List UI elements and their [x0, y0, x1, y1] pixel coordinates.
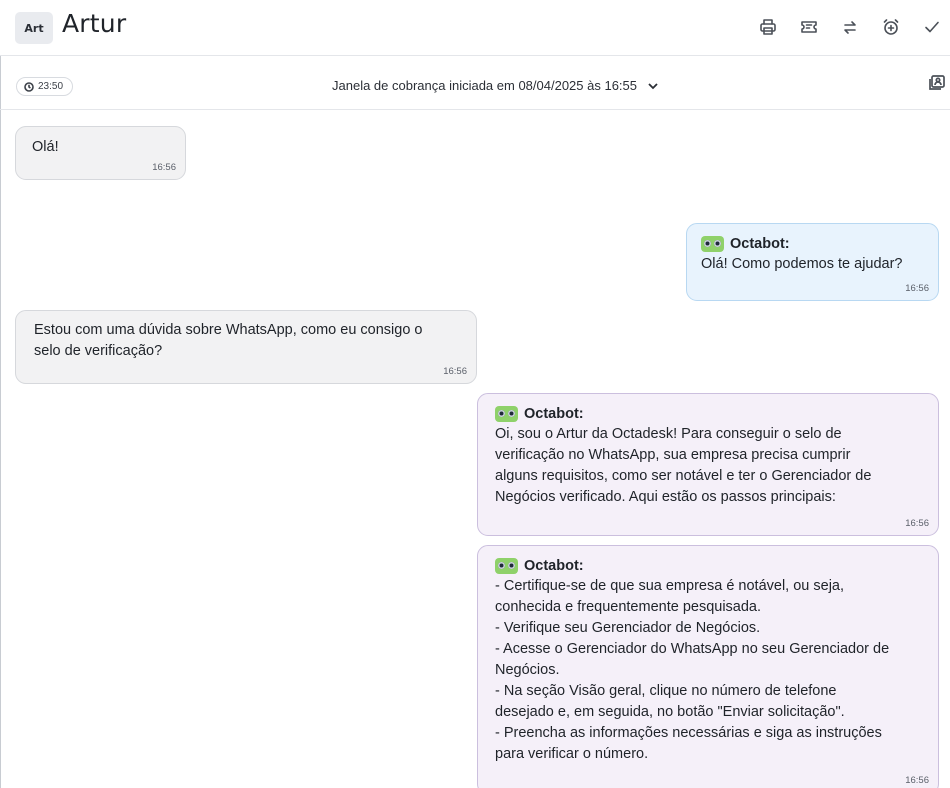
chat-header: Art Artur [0, 0, 950, 56]
check-icon[interactable] [920, 15, 944, 39]
message-sender: Octabot: [495, 555, 926, 576]
contact-name: Artur [62, 9, 127, 38]
message-text: Estou com uma dúvida sobre WhatsApp, com… [34, 322, 423, 359]
sender-name: Octabot: [730, 235, 790, 252]
message-text: - Certifique-se de que sua empresa é not… [495, 578, 890, 762]
sender-name: Octabot: [524, 405, 584, 422]
message-time: 16:56 [905, 518, 929, 529]
message-sender: Octabot: [495, 403, 926, 424]
header-actions [756, 15, 944, 39]
message-bubble-bot: Octabot: - Certifique-se de que sua empr… [477, 545, 939, 788]
message-bubble-bot: Octabot: Oi, sou o Artur da Octadesk! Pa… [477, 393, 939, 536]
message-sender: Octabot: [701, 233, 926, 254]
octabot-icon [701, 235, 724, 252]
clock-icon [24, 81, 34, 92]
timer-badge: 23:50 [16, 77, 74, 96]
chevron-down-icon [648, 82, 658, 89]
message-text: Olá! Como podemos te ajudar? [701, 256, 903, 272]
alarm-icon[interactable] [879, 15, 903, 39]
contact-panel-icon[interactable] [927, 73, 947, 93]
message-bubble-bot: Octabot: Olá! Como podemos te ajudar? 16… [686, 223, 939, 301]
transfer-icon[interactable] [838, 15, 862, 39]
message-text: Olá! [32, 139, 59, 155]
message-time: 16:56 [905, 775, 929, 786]
billing-window-text: Janela de cobrança iniciada em 08/04/202… [332, 78, 637, 93]
message-bubble-incoming: Estou com uma dúvida sobre WhatsApp, com… [15, 310, 477, 384]
billing-window-toggle[interactable]: Janela de cobrança iniciada em 08/04/202… [332, 78, 659, 93]
printer-icon[interactable] [756, 15, 780, 39]
octabot-icon [495, 557, 518, 574]
sender-name: Octabot: [524, 557, 584, 574]
timer-value: 23:50 [38, 81, 64, 92]
avatar[interactable]: Art [15, 12, 53, 44]
message-text: Oi, sou o Artur da Octadesk! Para conseg… [495, 426, 872, 505]
octabot-icon [495, 405, 518, 422]
billing-bar: 23:50 Janela de cobrança iniciada em 08/… [0, 56, 950, 110]
message-time: 16:56 [905, 283, 929, 294]
message-time: 16:56 [152, 162, 176, 173]
panel-left-border [0, 0, 1, 788]
message-time: 16:56 [443, 366, 467, 377]
ticket-icon[interactable] [797, 15, 821, 39]
message-bubble-incoming: Olá! 16:56 [15, 126, 186, 180]
